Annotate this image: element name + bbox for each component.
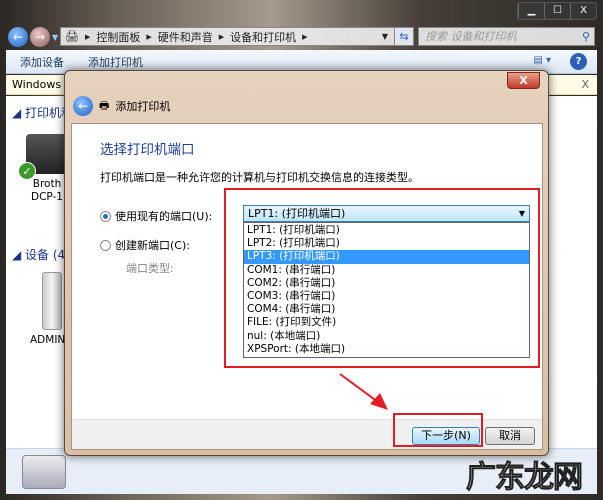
watermark: 广东龙网 <box>466 460 584 496</box>
annotation-arrow <box>339 373 388 410</box>
